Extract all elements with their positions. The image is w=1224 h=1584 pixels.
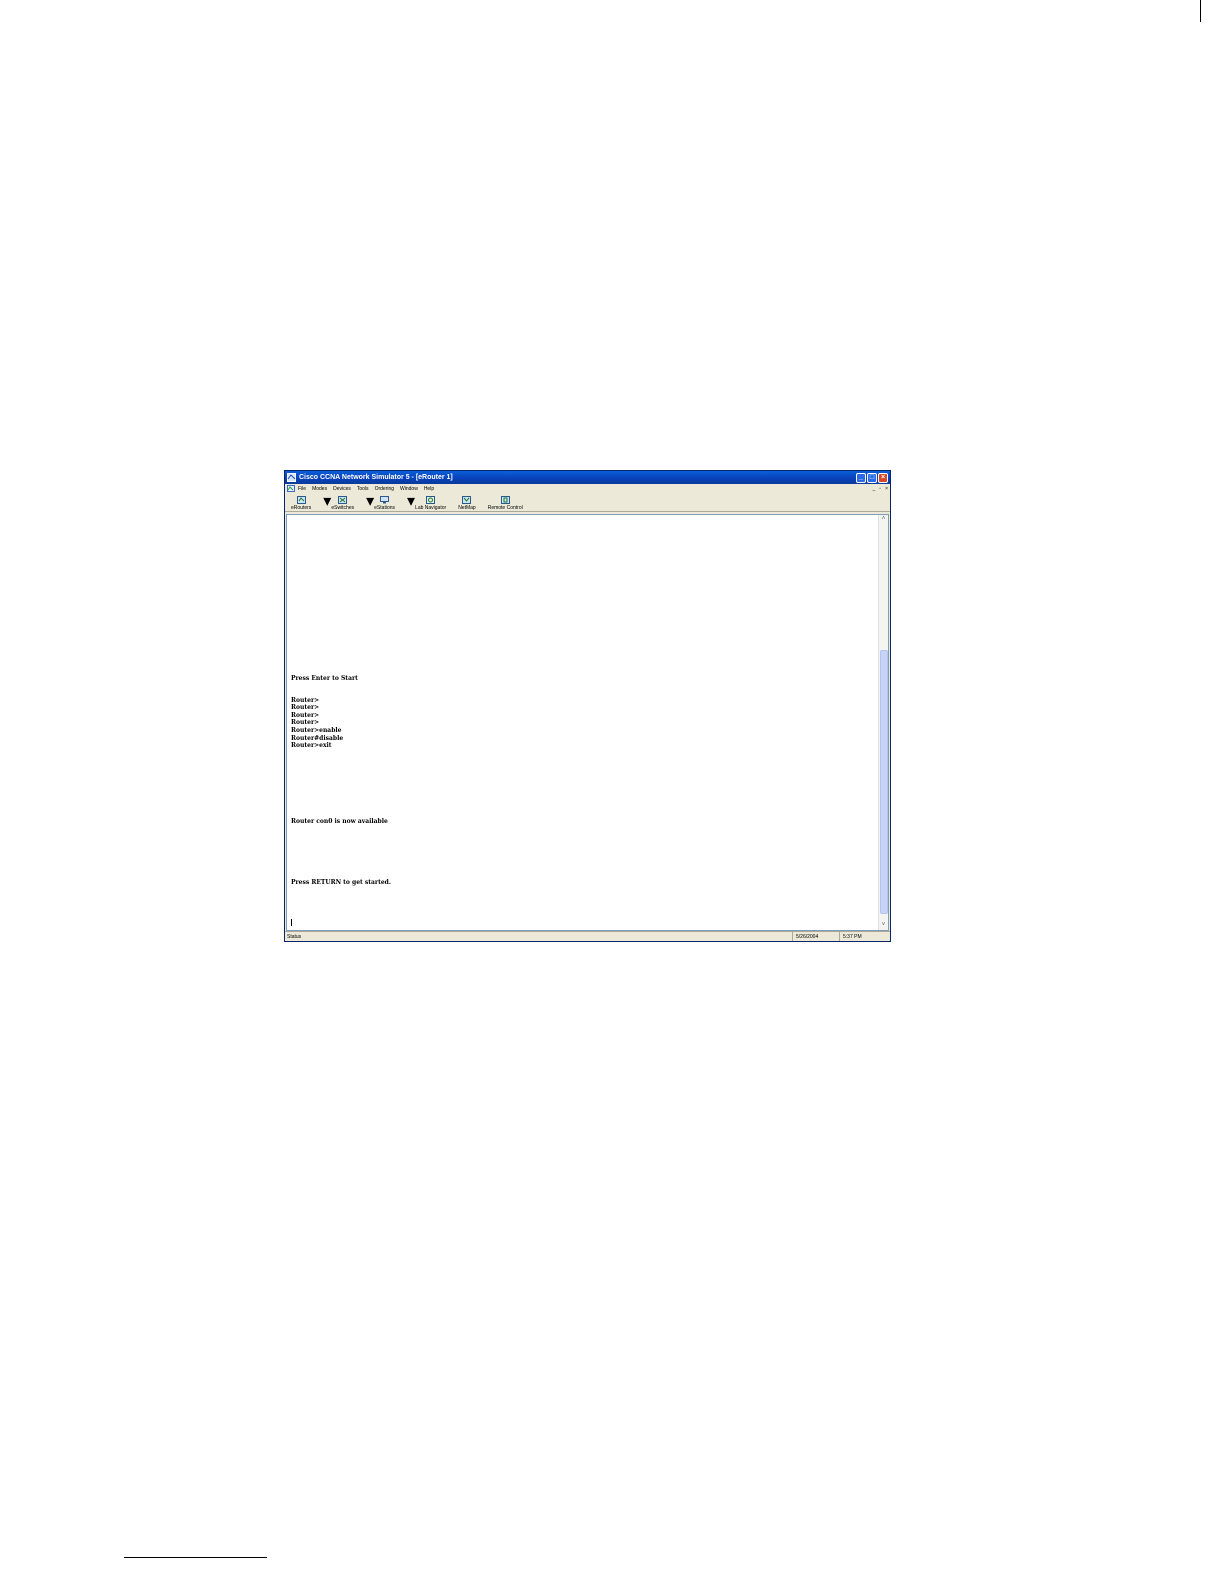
terminal-line: Router> <box>291 719 320 726</box>
mdi-restore-button[interactable]: ▫ <box>879 486 881 492</box>
remote-icon <box>500 496 510 504</box>
terminal-line: Press RETURN to get started. <box>291 879 391 886</box>
estations-dropdown-icon[interactable]: ▾ <box>407 491 415 511</box>
minimize-button[interactable]: _ <box>856 472 866 483</box>
remote-control-label: Remote Control <box>487 505 523 511</box>
terminal-line: Router> <box>291 712 320 719</box>
erouters-label: eRouters <box>291 505 312 511</box>
maximize-button[interactable]: □ <box>867 472 877 483</box>
router-icon <box>296 496 306 504</box>
footnote-rule <box>124 1557 267 1558</box>
status-bar: Status 5/26/2004 5:37 PM <box>285 931 890 941</box>
vertical-scrollbar[interactable]: ˄ ˅ <box>878 515 888 930</box>
estations-button[interactable]: eStations <box>374 496 395 511</box>
eswitches-dropdown-icon[interactable]: ▾ <box>366 491 374 511</box>
window-title: Cisco CCNA Network Simulator 5 - [eRoute… <box>299 474 453 481</box>
erouters-dropdown-icon[interactable]: ▾ <box>323 491 331 511</box>
app-icon <box>287 473 296 482</box>
terminal-line: Router> <box>291 704 320 711</box>
mdi-minimize-button[interactable]: _ <box>873 486 876 492</box>
title-bar[interactable]: Cisco CCNA Network Simulator 5 - [eRoute… <box>285 471 890 484</box>
menu-help[interactable]: Help <box>424 486 434 492</box>
text-cursor <box>291 919 292 926</box>
erouters-button[interactable]: eRouters <box>291 496 311 511</box>
terminal-line: Router>exit <box>291 742 332 749</box>
eswitches-label: eSwitches <box>331 505 355 511</box>
mdi-close-button[interactable]: × <box>885 486 888 492</box>
terminal-pane[interactable]: Press Enter to Start Router> Router> Rou… <box>286 514 889 931</box>
toolbar: eRouters ▾ eSwitches ▾ eStations ▾ Lab N… <box>285 493 890 512</box>
status-text: Status <box>287 933 302 940</box>
terminal-line: Router con0 is now available <box>291 818 388 825</box>
terminal-line: Router#disable <box>291 735 344 742</box>
terminal-line: Router>enable <box>291 727 342 734</box>
eswitches-button[interactable]: eSwitches <box>331 496 354 511</box>
remote-control-button[interactable]: Remote Control <box>488 496 523 511</box>
page-edge-rule <box>1200 0 1201 22</box>
terminal-output[interactable]: Press Enter to Start Router> Router> Rou… <box>291 515 876 930</box>
scroll-up-icon[interactable]: ˄ <box>880 516 887 523</box>
simulator-window: Cisco CCNA Network Simulator 5 - [eRoute… <box>284 470 891 942</box>
close-button[interactable]: × <box>878 472 888 483</box>
lab-navigator-button[interactable]: Lab Navigator <box>415 496 446 511</box>
terminal-line: Press Enter to Start <box>291 675 358 682</box>
status-time: 5:37 PM <box>839 932 890 941</box>
netmap-icon <box>462 496 472 504</box>
navigator-icon <box>426 496 436 504</box>
station-icon <box>380 496 390 504</box>
lab-navigator-label: Lab Navigator <box>415 505 447 511</box>
scroll-thumb[interactable] <box>880 650 888 914</box>
netmap-button[interactable]: NetMap <box>458 496 476 511</box>
scroll-down-icon[interactable]: ˅ <box>880 922 887 929</box>
terminal-line: Router> <box>291 697 320 704</box>
estations-label: eStations <box>374 505 396 511</box>
netmap-label: NetMap <box>458 505 476 511</box>
status-date: 5/26/2004 <box>792 932 839 941</box>
switch-icon <box>338 496 348 504</box>
